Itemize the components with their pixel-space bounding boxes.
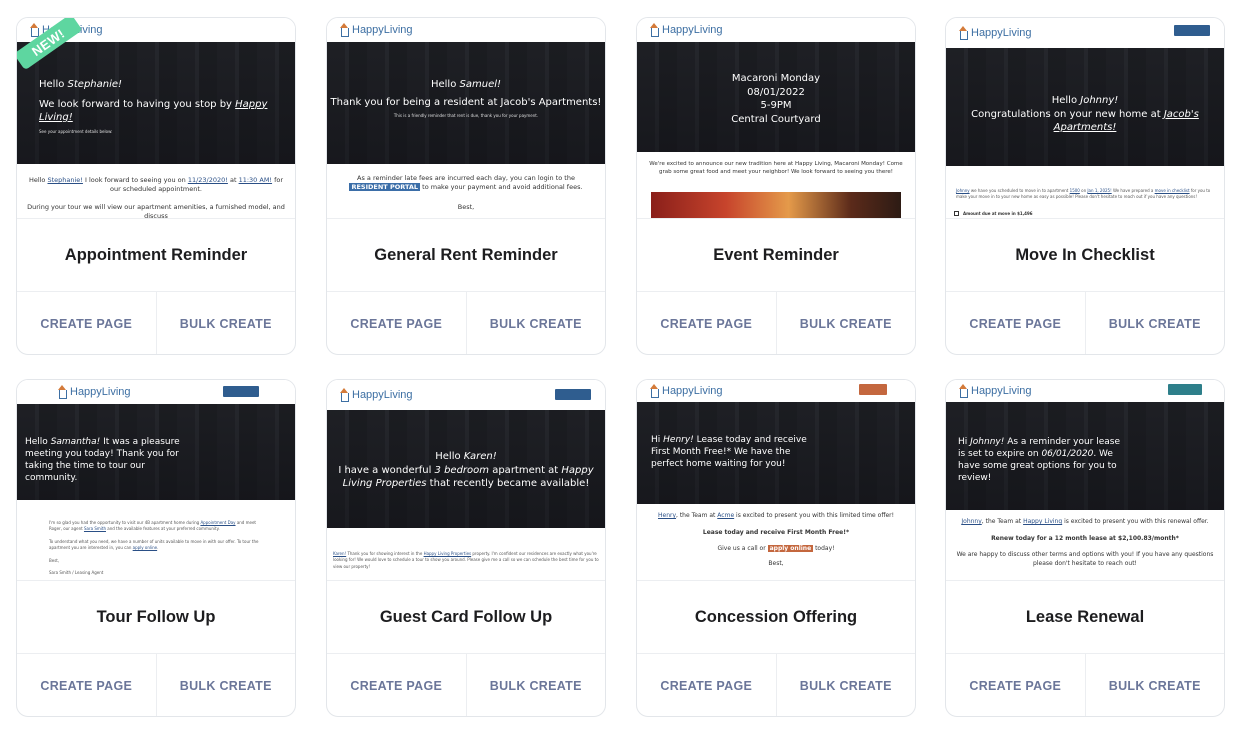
create-page-button[interactable]: CREATE PAGE xyxy=(17,292,157,354)
preview-mini-button xyxy=(555,389,591,400)
template-card-tour-follow-up[interactable]: HappyLiving Hello Samantha! It was a ple… xyxy=(16,379,296,717)
house-logo-icon xyxy=(57,385,67,399)
template-preview[interactable]: HappyLiving Hi Henry! Lease today and re… xyxy=(637,380,915,580)
create-page-button[interactable]: CREATE PAGE xyxy=(327,654,467,716)
template-preview[interactable]: HappyLiving Macaroni Monday 08/01/2022 5… xyxy=(637,18,915,218)
preview-logo: HappyLiving xyxy=(637,18,915,42)
template-card-move-in-checklist[interactable]: HappyLiving Hello Johnny! Congratulation… xyxy=(945,17,1225,355)
card-actions: CREATE PAGE BULK CREATE xyxy=(327,654,606,716)
preview-logo: HappyLiving xyxy=(946,18,1224,48)
event-photo xyxy=(651,192,901,218)
preview-logo: HappyLiving xyxy=(327,18,605,42)
bulk-create-button[interactable]: BULK CREATE xyxy=(467,654,606,716)
house-logo-icon xyxy=(958,26,968,40)
preview-body: Henry, the Team at Acme is excited to pr… xyxy=(657,512,895,568)
card-title-row: Guest Card Follow Up xyxy=(327,580,605,654)
preview-hero: Hello Samantha! It was a pleasure meetin… xyxy=(17,404,295,500)
preview-hero: Hello Karen! I have a wonderful 3 bedroo… xyxy=(327,410,605,528)
checklist-item: Amount due at move in $1,496 xyxy=(954,211,1033,216)
card-title-row: Concession Offering xyxy=(637,580,915,654)
card-actions: CREATE PAGE BULK CREATE xyxy=(946,292,1225,354)
create-page-button[interactable]: CREATE PAGE xyxy=(17,654,157,716)
preview-body: Hello Stephanie! I look forward to seein… xyxy=(27,176,285,218)
template-card-guest-card-follow-up[interactable]: HappyLiving Hello Karen! I have a wonder… xyxy=(326,379,606,717)
preview-body: We're excited to announce our new tradit… xyxy=(649,161,903,175)
card-title: Tour Follow Up xyxy=(96,607,216,626)
card-title: Lease Renewal xyxy=(1025,607,1145,626)
house-logo-icon xyxy=(649,23,659,37)
template-preview[interactable]: HappyLiving Hello Karen! I have a wonder… xyxy=(327,380,605,580)
bulk-create-button[interactable]: BULK CREATE xyxy=(1086,292,1225,354)
create-page-button[interactable]: CREATE PAGE xyxy=(327,292,467,354)
template-card-general-rent-reminder[interactable]: HappyLiving Hello Samuel! Thank you for … xyxy=(326,17,606,355)
preview-hero: Hello Johnny! Congratulations on your ne… xyxy=(946,48,1224,166)
preview-body: I'm so glad you had the opportunity to v… xyxy=(49,520,259,575)
card-actions: CREATE PAGE BULK CREATE xyxy=(637,292,916,354)
house-logo-icon xyxy=(339,388,349,402)
card-title: Guest Card Follow Up xyxy=(379,607,553,626)
template-card-event-reminder[interactable]: HappyLiving Macaroni Monday 08/01/2022 5… xyxy=(636,17,916,355)
create-page-button[interactable]: CREATE PAGE xyxy=(946,654,1086,716)
new-badge: NEW! xyxy=(17,18,87,78)
preview-hero: Hello Samuel! Thank you for being a resi… xyxy=(327,42,605,164)
new-badge-label: NEW! xyxy=(17,18,83,71)
create-page-button[interactable]: CREATE PAGE xyxy=(637,654,777,716)
card-title-row: General Rent Reminder xyxy=(327,218,605,292)
preview-body: As a reminder late fees are incurred eac… xyxy=(349,174,583,211)
template-card-lease-renewal[interactable]: HappyLiving Hi Johnny! As a reminder you… xyxy=(945,379,1225,717)
card-actions: CREATE PAGE BULK CREATE xyxy=(637,654,916,716)
preview-hero: Hi Johnny! As a reminder your lease is s… xyxy=(946,402,1224,510)
preview-body: Johnny, the Team at Happy Living is exci… xyxy=(956,518,1214,568)
create-page-button[interactable]: CREATE PAGE xyxy=(946,292,1086,354)
house-logo-icon xyxy=(958,384,968,398)
template-preview[interactable]: HappyLiving Hello Johnny! Congratulation… xyxy=(946,18,1224,218)
card-actions: CREATE PAGE BULK CREATE xyxy=(17,292,296,354)
template-preview[interactable]: HappyLiving Hello Samantha! It was a ple… xyxy=(17,380,295,580)
card-actions: CREATE PAGE BULK CREATE xyxy=(946,654,1225,716)
preview-logo: HappyLiving xyxy=(17,380,295,404)
bulk-create-button[interactable]: BULK CREATE xyxy=(777,292,916,354)
preview-mini-button xyxy=(1168,384,1202,395)
bulk-create-button[interactable]: BULK CREATE xyxy=(1086,654,1225,716)
bulk-create-button[interactable]: BULK CREATE xyxy=(777,654,916,716)
bulk-create-button[interactable]: BULK CREATE xyxy=(157,292,296,354)
preview-mini-button xyxy=(859,384,887,395)
preview-body: Johnny we have you scheduled to move in … xyxy=(956,188,1211,200)
card-title-row: Tour Follow Up xyxy=(17,580,295,654)
preview-logo: HappyLiving xyxy=(327,380,605,410)
preview-mini-button xyxy=(1174,25,1210,36)
template-grid: NEW! HappyLiving Hello Stephanie! We loo… xyxy=(0,0,1239,730)
card-actions: CREATE PAGE BULK CREATE xyxy=(17,654,296,716)
bulk-create-button[interactable]: BULK CREATE xyxy=(157,654,296,716)
preview-body: Karen! Thank you for showing interest in… xyxy=(333,551,599,569)
card-title: Move In Checklist xyxy=(1015,245,1155,264)
card-title-row: Appointment Reminder xyxy=(17,218,295,292)
card-title-row: Event Reminder xyxy=(637,218,915,292)
card-title-row: Move In Checklist xyxy=(946,218,1224,292)
preview-logo: HappyLiving xyxy=(946,380,1224,402)
bulk-create-button[interactable]: BULK CREATE xyxy=(467,292,606,354)
template-card-appointment-reminder[interactable]: NEW! HappyLiving Hello Stephanie! We loo… xyxy=(16,17,296,355)
template-preview[interactable]: HappyLiving Hello Samuel! Thank you for … xyxy=(327,18,605,218)
house-logo-icon xyxy=(649,384,659,398)
preview-hero: Macaroni Monday 08/01/2022 5-9PM Central… xyxy=(637,42,915,152)
card-title: Concession Offering xyxy=(694,607,858,626)
card-title: General Rent Reminder xyxy=(374,245,558,264)
preview-logo: HappyLiving xyxy=(637,380,915,402)
card-title: Event Reminder xyxy=(713,245,839,264)
card-title-row: Lease Renewal xyxy=(946,580,1224,654)
card-title: Appointment Reminder xyxy=(64,245,248,264)
create-page-button[interactable]: CREATE PAGE xyxy=(637,292,777,354)
template-preview[interactable]: HappyLiving Hi Johnny! As a reminder you… xyxy=(946,380,1224,580)
preview-hero: Hi Henry! Lease today and receive First … xyxy=(637,402,915,504)
card-actions: CREATE PAGE BULK CREATE xyxy=(327,292,606,354)
checkbox-icon xyxy=(954,211,959,216)
template-card-concession-offering[interactable]: HappyLiving Hi Henry! Lease today and re… xyxy=(636,379,916,717)
preview-mini-button xyxy=(223,386,259,397)
house-logo-icon xyxy=(339,23,349,37)
